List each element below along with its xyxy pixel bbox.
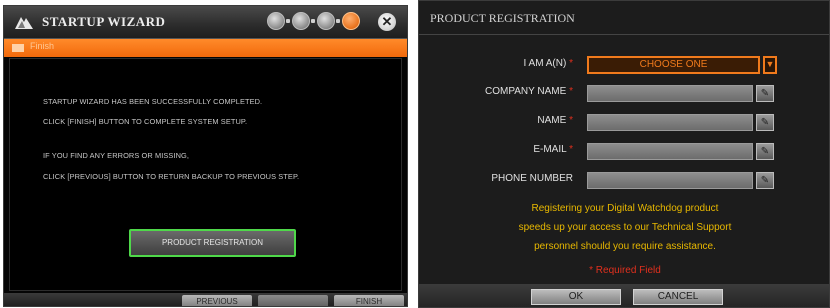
error-hint: IF YOU FIND ANY ERRORS OR MISSING,: [43, 151, 190, 160]
company-name-label: COMPANY NAME *: [485, 86, 573, 97]
step-separator: [286, 19, 290, 23]
wizard-content: STARTUP WIZARD HAS BEEN SUCCESSFULLY COM…: [9, 58, 402, 291]
wizard-logo-icon: [15, 17, 33, 29]
wizard-titlebar: STARTUP WIZARD ✕: [4, 6, 407, 39]
wizard-footer: PREVIOUS FINISH: [4, 293, 407, 306]
chevron-down-icon[interactable]: ▼: [763, 56, 777, 74]
dialog-footer: OK CANCEL: [419, 284, 829, 307]
cancel-button[interactable]: CANCEL: [633, 289, 723, 305]
step-banner: Finish: [4, 39, 407, 57]
edit-icon[interactable]: ✎: [756, 85, 774, 102]
company-name-input[interactable]: [587, 85, 753, 102]
info-text-line-2: speeds up your access to our Technical S…: [518, 222, 732, 233]
flag-icon[interactable]: [342, 12, 360, 30]
disabled-button: [258, 295, 328, 306]
previous-instruction: CLICK [PREVIOUS] BUTTON TO RETURN BACKUP…: [43, 172, 300, 181]
i-am-label: I AM A(N) *: [523, 58, 573, 69]
info-text-line-3: personnel should you require assistance.: [534, 241, 716, 252]
finish-instruction: CLICK [FINISH] BUTTON TO COMPLETE SYSTEM…: [43, 117, 248, 126]
required-field-note: * Required Field: [589, 265, 661, 276]
ok-button[interactable]: OK: [531, 289, 621, 305]
previous-button[interactable]: PREVIOUS: [182, 295, 252, 306]
email-field[interactable]: [587, 143, 753, 160]
dialog-title: PRODUCT REGISTRATION: [430, 11, 575, 25]
step-separator: [336, 19, 340, 23]
edit-icon[interactable]: ✎: [756, 114, 774, 131]
globe-icon[interactable]: [267, 12, 285, 30]
email-label: E-MAIL *: [533, 144, 573, 155]
monitor-icon[interactable]: [292, 12, 310, 30]
startup-wizard-window: STARTUP WIZARD ✕ Finish STARTUP WIZARD H…: [3, 5, 408, 307]
edit-icon[interactable]: ✎: [756, 143, 774, 160]
wizard-title: STARTUP WIZARD: [42, 14, 166, 29]
product-registration-dialog: PRODUCT REGISTRATION I AM A(N) * CHOOSE …: [418, 0, 830, 308]
phone-number-input[interactable]: [587, 172, 753, 189]
finish-button[interactable]: FINISH: [334, 295, 404, 306]
step-separator: [311, 19, 315, 23]
name-input[interactable]: [587, 114, 753, 131]
product-registration-button[interactable]: PRODUCT REGISTRATION: [129, 229, 296, 257]
close-icon[interactable]: ✕: [378, 13, 396, 31]
i-am-select[interactable]: CHOOSE ONE: [587, 56, 760, 74]
completion-message: STARTUP WIZARD HAS BEEN SUCCESSFULLY COM…: [43, 97, 263, 106]
info-text-line-1: Registering your Digital Watchdog produc…: [531, 203, 719, 214]
name-label: NAME *: [537, 115, 573, 126]
phone-number-label: PHONE NUMBER: [491, 173, 573, 184]
title-divider: [419, 34, 829, 35]
banner-text: Finish: [30, 41, 55, 51]
flag-small-icon: [12, 44, 24, 52]
display-icon[interactable]: [317, 12, 335, 30]
edit-icon[interactable]: ✎: [756, 172, 774, 189]
